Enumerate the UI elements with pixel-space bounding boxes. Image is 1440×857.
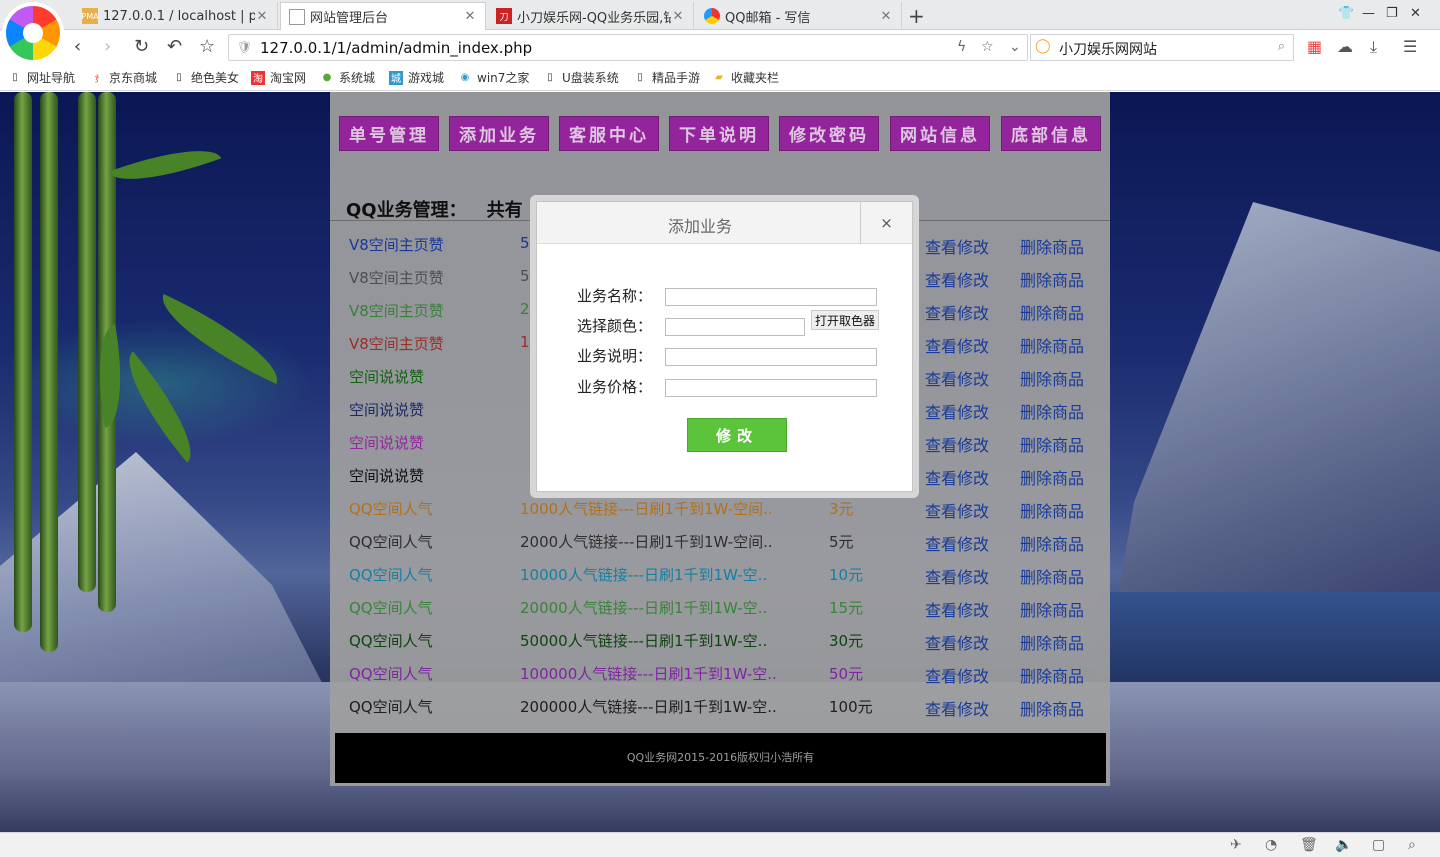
dialog-header: 添加业务 × bbox=[537, 202, 912, 244]
pin-icon[interactable]: ✈ bbox=[1230, 837, 1242, 853]
search-icon[interactable]: ⌕ bbox=[1278, 39, 1285, 54]
business-price-label: 业务价格： bbox=[577, 378, 653, 396]
tab-close-icon[interactable]: ✕ bbox=[671, 9, 685, 24]
tab-close-icon[interactable]: ✕ bbox=[463, 9, 477, 24]
forward-icon[interactable]: › bbox=[104, 36, 111, 57]
search-input[interactable]: 小刀娱乐网网站 bbox=[1059, 39, 1157, 59]
address-bar[interactable]: 🛡 127.0.0.1/1/admin/admin_index.php ϟ ☆ … bbox=[228, 34, 1028, 61]
dialog-title: 添加业务 bbox=[667, 217, 732, 236]
minimize-icon[interactable]: — bbox=[1362, 6, 1375, 21]
bookmark-star-icon[interactable]: ☆ bbox=[199, 36, 215, 57]
page-icon: ▯ bbox=[637, 72, 643, 83]
business-name-label: 业务名称： bbox=[577, 287, 653, 305]
window-icon[interactable]: ▢ bbox=[1372, 837, 1385, 853]
game-city-icon: 城 bbox=[389, 70, 403, 85]
trash-icon[interactable]: 🗑 bbox=[1300, 837, 1318, 853]
favorite-star-icon[interactable]: ☆ bbox=[981, 39, 994, 55]
cloud-icon[interactable]: ☁ bbox=[1337, 37, 1353, 56]
tab-site[interactable]: 刀 小刀娱乐网-QQ业务乐园,钻石 ✕ bbox=[488, 2, 694, 30]
bookmark-item[interactable]: 城游戏城 bbox=[389, 69, 444, 86]
page-icon bbox=[289, 8, 305, 25]
shield-icon: 🛡 bbox=[237, 40, 253, 54]
bookmarks-bar: ▯ 网址导航 ჯ 京东商城 ▯ 绝色美女 淘淘宝网 ● 系统城 城游戏城 ◉ win7之家… bbox=[0, 64, 1440, 91]
page-icon: ▯ bbox=[176, 72, 182, 83]
download-icon[interactable]: ⤓ bbox=[1370, 37, 1377, 57]
dropdown-chevron-icon[interactable]: ⌄ bbox=[1009, 39, 1021, 55]
back-icon[interactable]: ‹ bbox=[74, 36, 81, 57]
lightning-icon[interactable]: ϟ bbox=[957, 39, 966, 55]
bookmark-item[interactable]: ◉ win7之家 bbox=[458, 69, 530, 86]
bookmark-item[interactable]: ● 系统城 bbox=[320, 69, 375, 86]
page-icon: ▯ bbox=[12, 72, 18, 83]
site-icon: 刀 bbox=[496, 8, 512, 24]
business-desc-label: 业务说明： bbox=[577, 347, 653, 365]
page-icon: ▯ bbox=[547, 72, 553, 83]
submit-button[interactable]: 修改 bbox=[687, 418, 787, 452]
taobao-icon: 淘 bbox=[251, 70, 265, 85]
status-bar: ✈ ◔ 🗑 🔈 ▢ ⌕ bbox=[0, 832, 1440, 857]
tab-qq-mail[interactable]: QQ邮箱 - 写信 ✕ bbox=[696, 2, 902, 30]
color-input[interactable] bbox=[665, 318, 805, 336]
business-desc-input[interactable] bbox=[665, 348, 877, 366]
search-box[interactable]: ◯ 小刀娱乐网网站 ⌕ bbox=[1030, 34, 1294, 61]
close-icon[interactable]: × bbox=[860, 202, 912, 244]
browser-nav-bar: ‹ › ↻ ↶ ☆ 🛡 127.0.0.1/1/admin/admin_inde… bbox=[0, 31, 1440, 64]
volume-icon[interactable]: 🔈 bbox=[1335, 837, 1352, 853]
undo-icon[interactable]: ↶ bbox=[167, 36, 182, 57]
qq-mail-icon bbox=[704, 8, 720, 24]
bookmark-item[interactable]: ▯ 绝色美女 bbox=[172, 69, 239, 86]
skin-icon[interactable]: 👕 bbox=[1338, 6, 1354, 21]
bookmark-item[interactable]: ჯ 京东商城 bbox=[90, 69, 157, 86]
restore-icon[interactable]: ❐ bbox=[1386, 6, 1398, 21]
system-city-icon: ● bbox=[322, 72, 332, 83]
browser-logo-icon[interactable] bbox=[6, 6, 60, 60]
admin-page: 单号管理 添加业务 客服中心 下单说明 修改密码 网站信息 底部信息 QQ业务管… bbox=[0, 92, 1440, 832]
business-price-input[interactable] bbox=[665, 379, 877, 397]
url-text[interactable]: 127.0.0.1/1/admin/admin_index.php bbox=[260, 39, 532, 57]
tab-phpmyadmin[interactable]: PMA 127.0.0.1 / localhost | phpMyAdmin ✕ bbox=[74, 2, 278, 30]
open-color-picker-button[interactable]: 打开取色器 bbox=[811, 310, 880, 330]
bookmark-item[interactable]: 淘淘宝网 bbox=[251, 69, 306, 86]
jd-icon: ჯ bbox=[94, 72, 100, 83]
add-business-dialog: 添加业务 × 业务名称： 选择颜色： 打开取色器 业务说明： 业务价格： 修改 bbox=[530, 195, 919, 498]
bookmark-item[interactable]: ▰ 收藏夹栏 bbox=[712, 69, 779, 86]
phpmyadmin-icon: PMA bbox=[81, 8, 99, 24]
tab-close-icon[interactable]: ✕ bbox=[879, 9, 893, 24]
dialog-body: 添加业务 × 业务名称： 选择颜色： 打开取色器 业务说明： 业务价格： 修改 bbox=[536, 201, 913, 492]
tab-admin[interactable]: 网站管理后台 ✕ bbox=[280, 2, 486, 30]
folder-icon: ▰ bbox=[715, 72, 723, 83]
bookmark-item[interactable]: ▯ 网址导航 bbox=[8, 69, 75, 86]
browser-tab-bar: PMA 127.0.0.1 / localhost | phpMyAdmin ✕… bbox=[0, 0, 1440, 60]
tab-close-icon[interactable]: ✕ bbox=[255, 9, 269, 24]
business-name-input[interactable] bbox=[665, 288, 877, 306]
bookmark-item[interactable]: ▯ U盘装系统 bbox=[543, 69, 619, 86]
refresh-icon[interactable]: ↻ bbox=[134, 36, 149, 57]
speed-icon[interactable]: ◔ bbox=[1265, 837, 1277, 853]
color-label: 选择颜色： bbox=[577, 317, 653, 335]
menu-icon[interactable]: ☰ bbox=[1403, 37, 1417, 56]
apps-grid-icon[interactable]: ▦ bbox=[1307, 37, 1322, 56]
new-tab-icon[interactable]: + bbox=[908, 4, 925, 28]
zoom-icon[interactable]: ⌕ bbox=[1408, 837, 1416, 853]
bookmark-item[interactable]: ▯ 精品手游 bbox=[633, 69, 700, 86]
win7-icon: ◉ bbox=[460, 72, 470, 83]
close-window-icon[interactable]: ✕ bbox=[1410, 6, 1421, 21]
search-engine-icon: ◯ bbox=[1035, 38, 1051, 54]
